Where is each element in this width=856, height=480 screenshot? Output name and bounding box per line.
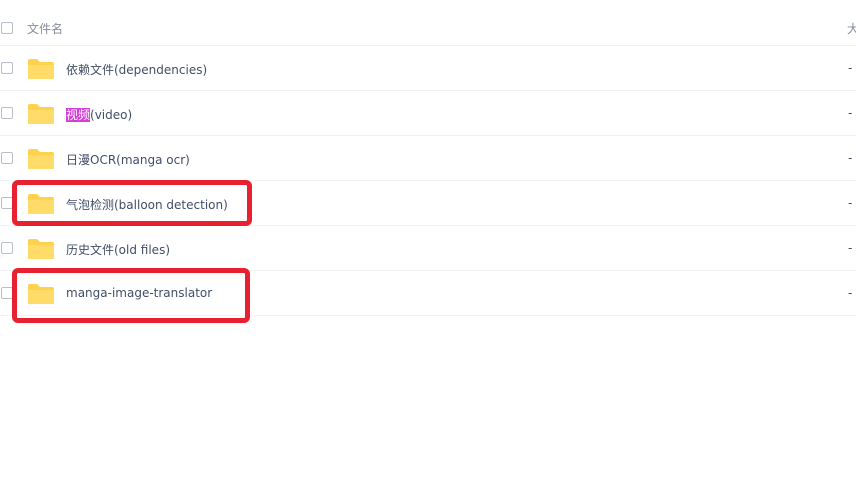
file-name[interactable]: 依赖文件(dependencies) bbox=[66, 61, 207, 78]
file-size: - bbox=[848, 106, 853, 120]
file-list: 文件名 大小 依赖文件(dependencies) - 视频(video) - … bbox=[0, 0, 856, 480]
folder-icon bbox=[28, 59, 54, 79]
file-name[interactable]: manga-image-translator bbox=[66, 286, 212, 300]
select-all-checkbox[interactable] bbox=[1, 22, 13, 34]
file-size: - bbox=[848, 61, 853, 75]
file-size: - bbox=[848, 286, 853, 300]
file-name[interactable]: 历史文件(old files) bbox=[66, 241, 170, 258]
search-highlight: 视频 bbox=[66, 108, 91, 122]
folder-icon bbox=[28, 149, 54, 169]
list-item[interactable]: 视频(video) - bbox=[0, 91, 856, 136]
list-header: 文件名 大小 bbox=[0, 0, 856, 46]
file-name[interactable]: 日漫OCR(manga ocr) bbox=[66, 151, 190, 168]
folder-icon bbox=[28, 284, 54, 304]
list-item[interactable]: 日漫OCR(manga ocr) - bbox=[0, 136, 856, 181]
list-item[interactable]: 历史文件(old files) - bbox=[0, 226, 856, 271]
file-size: - bbox=[848, 151, 853, 165]
row-checkbox[interactable] bbox=[1, 242, 13, 254]
list-item[interactable]: manga-image-translator - bbox=[0, 271, 856, 316]
file-name[interactable]: 气泡检测(balloon detection) bbox=[66, 196, 228, 213]
row-checkbox[interactable] bbox=[1, 152, 13, 164]
folder-icon bbox=[28, 239, 54, 259]
folder-icon bbox=[28, 104, 54, 124]
row-checkbox[interactable] bbox=[1, 107, 13, 119]
file-name[interactable]: 视频(video) bbox=[66, 106, 132, 123]
folder-icon bbox=[28, 194, 54, 214]
column-header-name[interactable]: 文件名 bbox=[27, 20, 63, 37]
row-checkbox[interactable] bbox=[1, 62, 13, 74]
row-checkbox[interactable] bbox=[1, 287, 13, 299]
file-name-rest: (video) bbox=[90, 108, 133, 122]
column-header-size[interactable]: 大小 bbox=[847, 20, 856, 37]
row-checkbox[interactable] bbox=[1, 197, 13, 209]
list-item[interactable]: 气泡检测(balloon detection) - bbox=[0, 181, 856, 226]
file-size: - bbox=[848, 241, 853, 255]
file-size: - bbox=[848, 196, 853, 210]
list-item[interactable]: 依赖文件(dependencies) - bbox=[0, 46, 856, 91]
